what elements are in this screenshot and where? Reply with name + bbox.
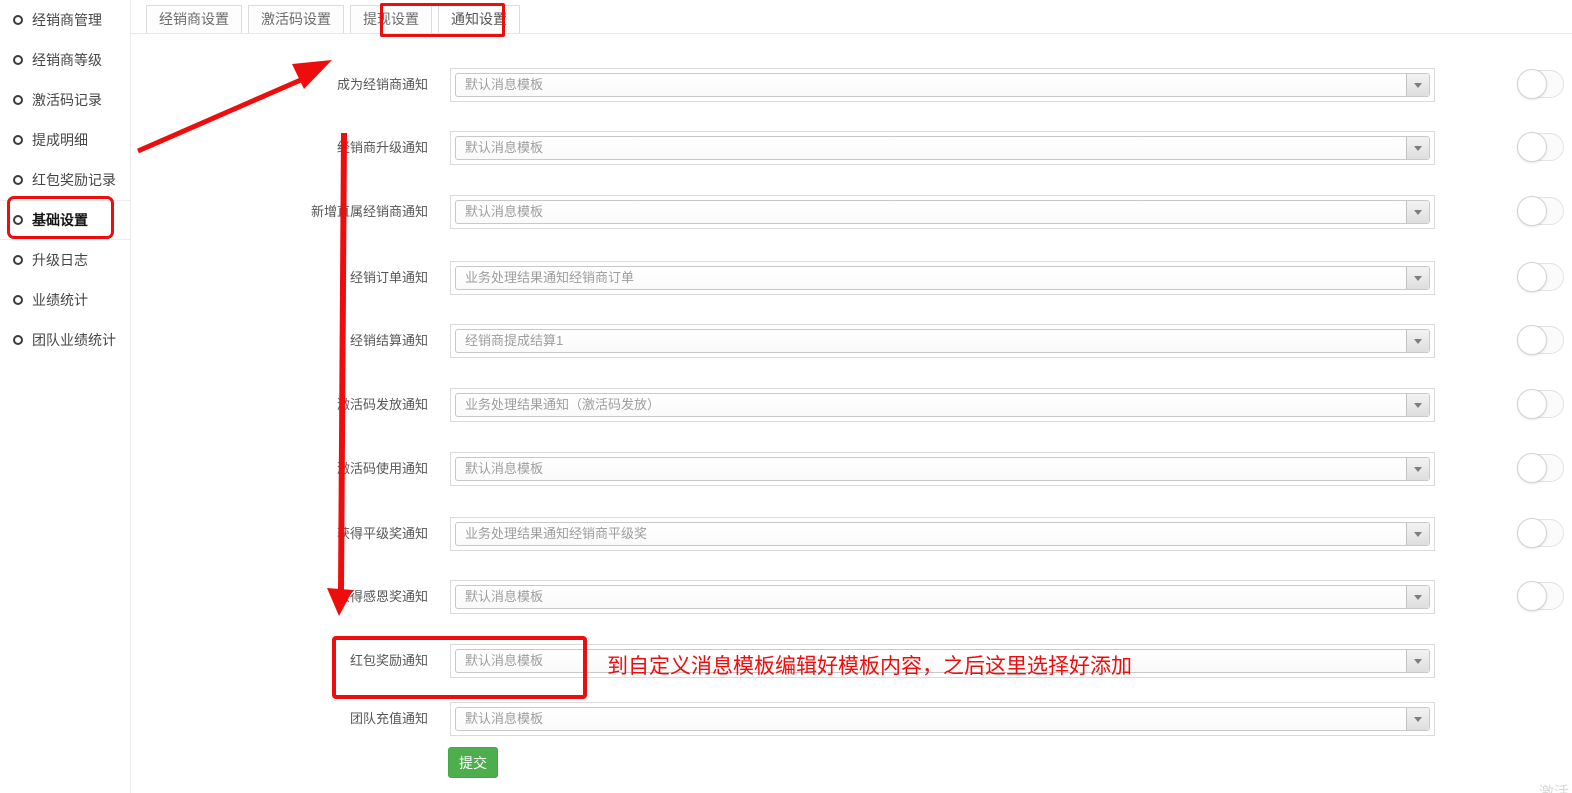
corner-watermark-fragment: 激活 — [1539, 781, 1569, 793]
row-label: 获得平级奖通知 — [110, 517, 428, 551]
row-label: 经销结算通知 — [110, 324, 428, 358]
page: 经销商管理 经销商等级 激活码记录 提成明细 红包奖励记录 基础设置 升级日志 … — [0, 0, 1572, 793]
chevron-down-icon[interactable] — [1406, 74, 1429, 96]
form-row: 新增直属经销商通知 默认消息模板 — [0, 195, 1572, 229]
template-select[interactable]: 默认消息模板 — [455, 136, 1430, 160]
row-label: 经销订单通知 — [110, 261, 428, 295]
toggle-switch[interactable] — [1517, 326, 1564, 354]
form-row: 经销订单通知 业务处理结果通知经销商订单 — [0, 261, 1572, 295]
form-row: 成为经销商通知 默认消息模板 — [0, 68, 1572, 102]
row-label: 成为经销商通知 — [110, 68, 428, 102]
row-label: 激活码使用通知 — [110, 452, 428, 486]
chevron-down-icon[interactable] — [1406, 267, 1429, 289]
template-select[interactable]: 经销商提成结算1 — [455, 329, 1430, 353]
select-value: 默认消息模板 — [465, 137, 543, 159]
template-select-wrapper: 业务处理结果通知（激活码发放） — [450, 388, 1435, 422]
template-select[interactable]: 默认消息模板 — [455, 457, 1430, 481]
template-select[interactable]: 业务处理结果通知（激活码发放） — [455, 393, 1430, 417]
row-label: 激活码发放通知 — [110, 388, 428, 422]
submit-button[interactable]: 提交 — [448, 747, 498, 778]
toggle-switch[interactable] — [1517, 582, 1564, 610]
toggle-knob — [1517, 262, 1547, 292]
toggle-switch[interactable] — [1517, 70, 1564, 98]
form-row: 激活码发放通知 业务处理结果通知（激活码发放） — [0, 388, 1572, 422]
toggle-switch[interactable] — [1517, 133, 1564, 161]
chevron-down-icon[interactable] — [1406, 708, 1429, 730]
row-label: 团队充值通知 — [110, 702, 428, 736]
notification-settings-form: 成为经销商通知 默认消息模板 经销商升级通知 默认消息模板 — [0, 0, 1572, 793]
toggle-switch[interactable] — [1517, 197, 1564, 225]
template-select-wrapper: 经销商提成结算1 — [450, 324, 1435, 358]
form-row: 红包奖励通知 默认消息模板 — [0, 644, 1572, 678]
chevron-down-icon[interactable] — [1406, 394, 1429, 416]
template-select[interactable]: 默认消息模板 — [455, 649, 1430, 673]
row-label: 红包奖励通知 — [110, 644, 428, 678]
toggle-switch[interactable] — [1517, 390, 1564, 418]
form-row: 激活码使用通知 默认消息模板 — [0, 452, 1572, 486]
toggle-knob — [1517, 518, 1547, 548]
select-value: 默认消息模板 — [465, 650, 543, 672]
template-select[interactable]: 默认消息模板 — [455, 585, 1430, 609]
select-value: 默认消息模板 — [465, 458, 543, 480]
toggle-knob — [1517, 453, 1547, 483]
form-row: 获得感恩奖通知 默认消息模板 — [0, 580, 1572, 614]
template-select[interactable]: 业务处理结果通知经销商平级奖 — [455, 522, 1430, 546]
toggle-switch[interactable] — [1517, 519, 1564, 547]
select-value: 默认消息模板 — [465, 586, 543, 608]
select-value: 业务处理结果通知经销商订单 — [465, 267, 634, 289]
template-select[interactable]: 默认消息模板 — [455, 707, 1430, 731]
row-label: 获得感恩奖通知 — [110, 580, 428, 614]
toggle-switch[interactable] — [1517, 454, 1564, 482]
form-row: 获得平级奖通知 业务处理结果通知经销商平级奖 — [0, 517, 1572, 551]
template-select-wrapper: 默认消息模板 — [450, 580, 1435, 614]
template-select[interactable]: 业务处理结果通知经销商订单 — [455, 266, 1430, 290]
select-value: 经销商提成结算1 — [465, 330, 563, 352]
template-select-wrapper: 默认消息模板 — [450, 131, 1435, 165]
template-select-wrapper: 默认消息模板 — [450, 452, 1435, 486]
chevron-down-icon[interactable] — [1406, 523, 1429, 545]
template-select-wrapper: 默认消息模板 — [450, 644, 1435, 678]
select-value: 默认消息模板 — [465, 201, 543, 223]
toggle-knob — [1517, 325, 1547, 355]
chevron-down-icon[interactable] — [1406, 458, 1429, 480]
select-value: 默认消息模板 — [465, 708, 543, 730]
form-row: 团队充值通知 默认消息模板 — [0, 702, 1572, 736]
template-select-wrapper: 默认消息模板 — [450, 702, 1435, 736]
select-value: 业务处理结果通知（激活码发放） — [465, 394, 660, 416]
toggle-knob — [1517, 132, 1547, 162]
template-select[interactable]: 默认消息模板 — [455, 200, 1430, 224]
chevron-down-icon[interactable] — [1406, 137, 1429, 159]
template-select-wrapper: 业务处理结果通知经销商订单 — [450, 261, 1435, 295]
template-select-wrapper: 业务处理结果通知经销商平级奖 — [450, 517, 1435, 551]
row-label: 经销商升级通知 — [110, 131, 428, 165]
select-value: 默认消息模板 — [465, 74, 543, 96]
toggle-switch[interactable] — [1517, 263, 1564, 291]
toggle-knob — [1517, 581, 1547, 611]
template-select-wrapper: 默认消息模板 — [450, 68, 1435, 102]
toggle-knob — [1517, 196, 1547, 226]
row-label: 新增直属经销商通知 — [110, 195, 428, 229]
template-select-wrapper: 默认消息模板 — [450, 195, 1435, 229]
chevron-down-icon[interactable] — [1406, 650, 1429, 672]
toggle-knob — [1517, 69, 1547, 99]
form-row: 经销结算通知 经销商提成结算1 — [0, 324, 1572, 358]
select-value: 业务处理结果通知经销商平级奖 — [465, 523, 647, 545]
template-select[interactable]: 默认消息模板 — [455, 73, 1430, 97]
form-row: 经销商升级通知 默认消息模板 — [0, 131, 1572, 165]
chevron-down-icon[interactable] — [1406, 586, 1429, 608]
chevron-down-icon[interactable] — [1406, 330, 1429, 352]
chevron-down-icon[interactable] — [1406, 201, 1429, 223]
toggle-knob — [1517, 389, 1547, 419]
